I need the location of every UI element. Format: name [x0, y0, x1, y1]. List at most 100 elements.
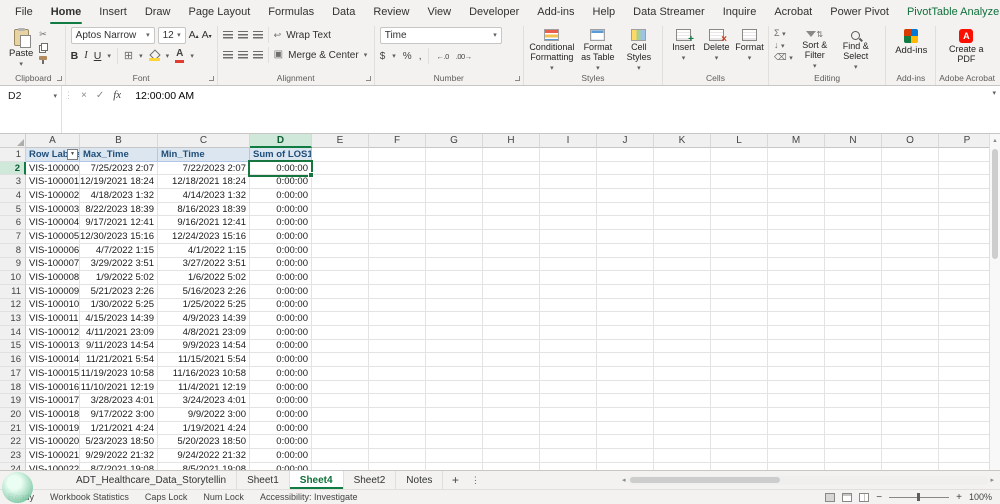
row-header-19[interactable]: 19	[0, 394, 26, 409]
cell-O12[interactable]	[882, 298, 939, 313]
fill-color-button[interactable]	[148, 51, 160, 61]
cell-P20[interactable]	[939, 408, 996, 422]
cell-C22[interactable]: 5/20/2023 18:50	[158, 435, 250, 450]
sheet-tab-notes[interactable]: Notes	[396, 471, 444, 489]
wrap-text-button[interactable]: Wrap Text	[286, 30, 331, 41]
cell-G23[interactable]	[426, 449, 483, 463]
cell-K24[interactable]	[654, 462, 711, 470]
cell-K2[interactable]	[654, 161, 711, 176]
cell-D2[interactable]: 0:00:00	[250, 161, 312, 176]
cell-F14[interactable]	[369, 325, 426, 340]
cell-K12[interactable]	[654, 298, 711, 313]
accounting-format-button[interactable]: $	[380, 51, 386, 62]
cell-J14[interactable]	[597, 325, 654, 340]
enter-button[interactable]: ✓	[96, 90, 104, 101]
cell-L13[interactable]	[711, 312, 768, 326]
cell-N14[interactable]	[825, 325, 882, 340]
cell-E17[interactable]	[312, 367, 369, 381]
cell-J10[interactable]	[597, 271, 654, 285]
cell-K23[interactable]	[654, 449, 711, 463]
column-header-A[interactable]: A	[26, 134, 80, 148]
cell-P7[interactable]	[939, 230, 996, 244]
cell-M22[interactable]	[768, 435, 825, 450]
format-as-table-button[interactable]: Format as Table ▾	[577, 27, 619, 72]
cell-K18[interactable]	[654, 380, 711, 395]
cell-O1[interactable]	[882, 148, 939, 162]
cell-A1[interactable]: Row Labels ▼	[26, 148, 80, 162]
cell-E2[interactable]	[312, 161, 369, 176]
cell-F6[interactable]	[369, 216, 426, 231]
cell-E24[interactable]	[312, 462, 369, 470]
cell-H5[interactable]	[483, 202, 540, 217]
cell-L16[interactable]	[711, 353, 768, 367]
cell-H1[interactable]	[483, 148, 540, 162]
cell-G21[interactable]	[426, 421, 483, 436]
row-header-13[interactable]: 13	[0, 312, 26, 326]
cell-H6[interactable]	[483, 216, 540, 231]
cell-A7[interactable]: VIS-100005	[26, 230, 80, 244]
cell-I14[interactable]	[540, 325, 597, 340]
cell-I12[interactable]	[540, 298, 597, 313]
cell-D9[interactable]: 0:00:00	[250, 257, 312, 272]
cell-A14[interactable]: VIS-100012	[26, 325, 80, 340]
italic-button[interactable]: I	[84, 50, 88, 62]
cell-M6[interactable]	[768, 216, 825, 231]
cell-N21[interactable]	[825, 421, 882, 436]
cell-I13[interactable]	[540, 312, 597, 326]
clear-button[interactable]: ⌫ ▾	[774, 52, 793, 63]
cell-I22[interactable]	[540, 435, 597, 450]
cell-M15[interactable]	[768, 339, 825, 354]
cell-M9[interactable]	[768, 257, 825, 272]
sheet-tab-adt-healthcare-data-storytellin[interactable]: ADT_Healthcare_Data_Storytellin	[66, 471, 238, 489]
column-header-C[interactable]: C	[158, 134, 250, 148]
paste-button[interactable]: Paste ▾	[7, 27, 35, 68]
align-middle-button[interactable]	[237, 31, 248, 39]
cell-B1[interactable]: Max_Time	[80, 148, 158, 162]
cell-A16[interactable]: VIS-100014	[26, 353, 80, 367]
decrease-font-size-button[interactable]: A▾	[202, 30, 212, 41]
cell-C13[interactable]: 4/9/2023 14:39	[158, 312, 250, 326]
cut-button[interactable]: ✂	[39, 29, 48, 40]
cell-A3[interactable]: VIS-100001	[26, 175, 80, 190]
cell-O11[interactable]	[882, 284, 939, 299]
cell-P6[interactable]	[939, 216, 996, 231]
sheet-tab-sheet2[interactable]: Sheet2	[344, 471, 397, 489]
scroll-right-icon[interactable]: ▸	[990, 476, 994, 484]
cell-B12[interactable]: 1/30/2022 5:25	[80, 298, 158, 313]
cell-A15[interactable]: VIS-100013	[26, 339, 80, 354]
ribbon-tab-pivottable-analyze[interactable]: PivotTable Analyze	[898, 0, 1000, 24]
cell-N22[interactable]	[825, 435, 882, 450]
ribbon-tab-acrobat[interactable]: Acrobat	[765, 0, 821, 24]
row-header-2[interactable]: 2	[0, 161, 26, 176]
cell-D11[interactable]: 0:00:00	[250, 284, 312, 299]
cell-C5[interactable]: 8/16/2023 18:39	[158, 202, 250, 217]
ribbon-tab-developer[interactable]: Developer	[460, 0, 528, 24]
copy-button[interactable]	[41, 42, 49, 51]
cell-D19[interactable]: 0:00:00	[250, 394, 312, 409]
cell-C19[interactable]: 3/24/2023 4:01	[158, 394, 250, 409]
cell-L17[interactable]	[711, 367, 768, 381]
cell-G2[interactable]	[426, 161, 483, 176]
row-header-15[interactable]: 15	[0, 339, 26, 354]
cell-G11[interactable]	[426, 284, 483, 299]
cell-J15[interactable]	[597, 339, 654, 354]
cell-L2[interactable]	[711, 161, 768, 176]
ribbon-tab-home[interactable]: Home	[42, 0, 91, 24]
status-workbook-statistics[interactable]: Workbook Statistics	[50, 492, 129, 502]
cell-N10[interactable]	[825, 271, 882, 285]
cell-N1[interactable]	[825, 148, 882, 162]
cell-E8[interactable]	[312, 243, 369, 258]
cell-L6[interactable]	[711, 216, 768, 231]
cell-H13[interactable]	[483, 312, 540, 326]
cell-F15[interactable]	[369, 339, 426, 354]
cell-H20[interactable]	[483, 408, 540, 422]
cell-M11[interactable]	[768, 284, 825, 299]
cell-B14[interactable]: 4/11/2021 23:09	[80, 325, 158, 340]
align-right-button[interactable]	[252, 51, 263, 59]
cell-B4[interactable]: 4/18/2023 1:32	[80, 189, 158, 203]
cell-J18[interactable]	[597, 380, 654, 395]
cell-N3[interactable]	[825, 175, 882, 190]
cell-G24[interactable]	[426, 462, 483, 470]
cell-A18[interactable]: VIS-100016	[26, 380, 80, 395]
ribbon-tab-view[interactable]: View	[418, 0, 460, 24]
